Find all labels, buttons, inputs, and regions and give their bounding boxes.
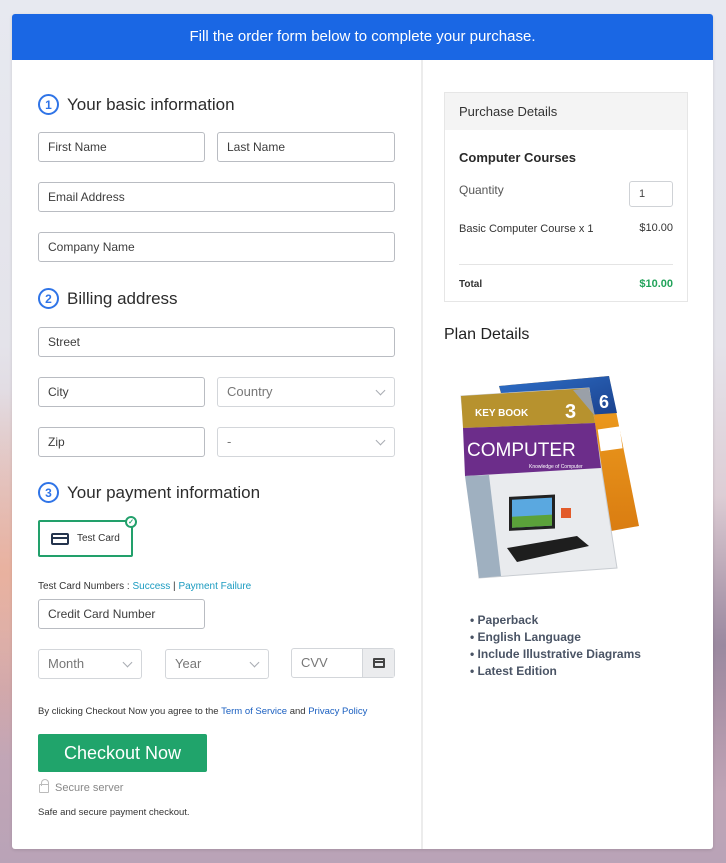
cvv-field[interactable]: CVV — [291, 648, 395, 678]
check-icon: ✓ — [125, 516, 137, 528]
back-book-number: 6 — [599, 392, 609, 412]
order-form: 1 Your basic information First Name Last… — [12, 60, 421, 849]
payment-method-test-card[interactable]: Test Card ✓ — [38, 516, 137, 557]
terms-of-service-link[interactable]: Term of Service — [221, 706, 287, 717]
quantity-input[interactable]: 1 — [629, 181, 673, 207]
terms-and: and — [287, 706, 309, 717]
terms-prefix: By clicking Checkout Now you agree to th… — [38, 706, 222, 717]
checkout-card: Fill the order form below to complete yo… — [12, 14, 713, 849]
front-book-number: 3 — [565, 401, 576, 423]
country-select-value: Country — [227, 384, 273, 399]
safe-checkout-text: Safe and secure payment checkout. — [38, 807, 190, 818]
chevron-down-icon — [375, 435, 386, 446]
success-link[interactable]: Success — [132, 581, 170, 592]
banner: Fill the order form below to complete yo… — [12, 14, 713, 60]
front-book-title: COMPUTER — [467, 440, 576, 461]
feature-item: Latest Edition — [470, 663, 641, 680]
checkout-now-button[interactable]: Checkout Now — [38, 734, 207, 772]
cvv-card-button — [362, 649, 394, 677]
cvv-placeholder: CVV — [301, 655, 328, 670]
line-item-price: $10.00 — [639, 222, 673, 234]
zip-field[interactable]: Zip — [38, 427, 205, 457]
section-title: Your payment information — [67, 482, 261, 502]
plan-details-title: Plan Details — [444, 326, 530, 343]
test-card-numbers: Test Card Numbers : Success | Payment Fa… — [38, 581, 251, 592]
monitor-hills — [512, 514, 552, 528]
chevron-down-icon — [375, 385, 386, 396]
windows-logo-icon — [561, 508, 571, 518]
summary-panel: Purchase Details Computer Courses Quanti… — [423, 60, 713, 849]
first-name-field[interactable]: First Name — [38, 132, 205, 162]
street-field[interactable]: Street — [38, 327, 395, 357]
section-title: Billing address — [67, 288, 178, 308]
secure-server-label: Secure server — [55, 782, 124, 794]
payment-method-label: Test Card — [77, 533, 120, 544]
year-select[interactable]: Year — [165, 649, 269, 679]
back-book-label — [597, 426, 623, 452]
state-select-value: - — [227, 434, 232, 449]
front-book-brand: KEY BOOK — [475, 408, 529, 419]
chevron-down-icon — [122, 657, 133, 668]
section-payment: 3 Your payment information — [38, 482, 260, 503]
product-image: 6 KEY BOOK 3 COMPUTER Knowledge of Compu… — [449, 368, 649, 588]
credit-card-number-field[interactable]: Credit Card Number — [38, 599, 205, 629]
company-field[interactable]: Company Name — [38, 232, 395, 262]
section-basic-info: 1 Your basic information — [38, 94, 235, 115]
step-2-icon: 2 — [38, 288, 59, 309]
test-card-numbers-label: Test Card Numbers : — [38, 581, 133, 592]
payment-failure-link[interactable]: Payment Failure — [178, 581, 251, 592]
total-value: $10.00 — [639, 278, 673, 290]
purchase-details-box: Purchase Details Computer Courses Quanti… — [444, 92, 688, 302]
month-select-value: Month — [48, 656, 85, 671]
product-name: Computer Courses — [459, 150, 577, 165]
lock-icon — [39, 779, 49, 793]
step-3-icon: 3 — [38, 482, 59, 503]
country-select[interactable]: Country — [217, 377, 395, 407]
feature-item: Paperback — [470, 612, 641, 629]
state-select[interactable]: - — [217, 427, 395, 457]
city-field[interactable]: City — [38, 377, 205, 407]
feature-item: Include Illustrative Diagrams — [470, 646, 641, 663]
credit-card-icon — [51, 532, 69, 545]
line-item-label: Basic Computer Course x 1 — [459, 223, 594, 235]
privacy-policy-link[interactable]: Privacy Policy — [308, 706, 367, 717]
terms-text: By clicking Checkout Now you agree to th… — [38, 706, 367, 717]
feature-item: English Language — [470, 629, 641, 646]
chevron-down-icon — [249, 657, 260, 668]
email-field[interactable]: Email Address — [38, 182, 395, 212]
separator — [459, 264, 673, 265]
purchase-details-header: Purchase Details — [445, 93, 687, 130]
step-1-icon: 1 — [38, 94, 59, 115]
year-select-value: Year — [175, 656, 202, 671]
section-billing: 2 Billing address — [38, 288, 178, 309]
section-title: Your basic information — [67, 94, 235, 114]
book-illustration: 6 KEY BOOK 3 COMPUTER Knowledge of Compu… — [460, 376, 639, 579]
last-name-field[interactable]: Last Name — [217, 132, 395, 162]
front-book-subtitle: Knowledge of Computer — [529, 464, 583, 470]
credit-card-icon — [372, 658, 385, 668]
month-select[interactable]: Month — [38, 649, 142, 679]
feature-list: Paperback English Language Include Illus… — [470, 612, 641, 680]
